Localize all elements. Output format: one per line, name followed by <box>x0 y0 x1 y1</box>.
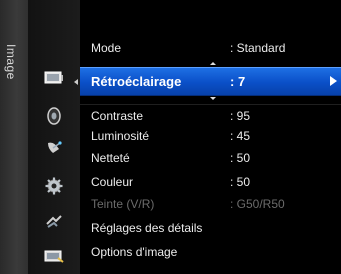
menu-item-value: : 45 <box>230 129 251 143</box>
menu-item-value: : 95 <box>230 109 251 123</box>
scroll-up-icon <box>210 62 216 65</box>
menu-item-contraste[interactable]: Contraste : 95 <box>80 106 341 126</box>
picture-icon[interactable] <box>42 68 66 88</box>
satellite-icon[interactable] <box>42 138 66 158</box>
scroll-down-icon <box>210 97 216 100</box>
category-icon-column <box>28 0 81 274</box>
menu-item-label: Rétroéclairage <box>91 74 182 89</box>
menu-item-label: Mode <box>91 41 122 55</box>
menu-item-options-image[interactable]: Options d'image <box>80 242 341 262</box>
setup-icon[interactable] <box>42 176 66 196</box>
menu-item-label: Teinte (V/R) <box>91 197 155 211</box>
menu-item-luminosite[interactable]: Luminosité : 45 <box>80 126 341 146</box>
menu-item-mode[interactable]: Mode : Standard <box>80 38 341 58</box>
menu-item-retroeclairage[interactable]: Rétroéclairage : 7 <box>74 67 341 96</box>
category-tab[interactable]: Image <box>0 0 29 274</box>
menu-item-value: : G50/R50 <box>230 197 285 211</box>
menu-item-reglages-details[interactable]: Réglages des détails <box>80 218 341 238</box>
menu-item-nettete[interactable]: Netteté : 50 <box>80 148 341 168</box>
menu-item-label: Options d'image <box>91 245 178 259</box>
input-icon[interactable] <box>42 212 66 232</box>
support-icon[interactable] <box>42 246 66 266</box>
chevron-right-icon <box>330 76 337 86</box>
menu-item-value: : 7 <box>230 74 246 89</box>
menu-item-couleur[interactable]: Couleur : 50 <box>80 172 341 192</box>
menu-item-label: Couleur <box>91 175 134 189</box>
divider <box>80 104 341 105</box>
tv-menu-screen: Image Mode: Standard Rétroéclairage: 7… <box>0 0 341 274</box>
menu-item-value: : 50 <box>230 175 251 189</box>
menu-item-label: Netteté <box>91 151 130 165</box>
chevron-left-icon <box>74 79 78 85</box>
menu-item-value: : 50 <box>230 151 251 165</box>
menu-item-label: Luminosité <box>91 129 150 143</box>
menu-item-label: Contraste <box>91 109 144 123</box>
category-tab-label: Image <box>4 44 18 80</box>
menu-item-label: Réglages des détails <box>91 221 203 235</box>
sound-icon[interactable] <box>42 106 66 126</box>
menu-item-value: : Standard <box>230 41 286 55</box>
picture-menu: Mode : Standard Rétroéclairage : 7 Contr… <box>74 0 341 274</box>
menu-item-teinte: Teinte (V/R) : G50/R50 <box>80 194 341 214</box>
